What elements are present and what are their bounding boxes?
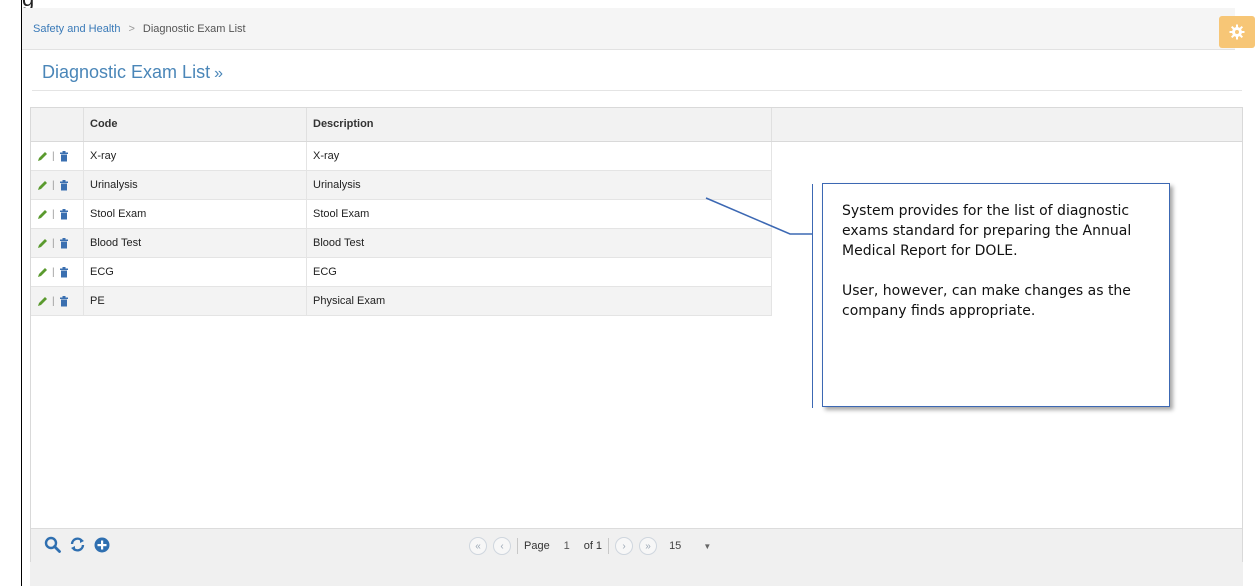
pencil-icon[interactable] — [37, 151, 48, 162]
row-actions: | — [31, 258, 84, 287]
trash-icon[interactable] — [59, 296, 69, 307]
grid-header: Code Description — [31, 108, 1242, 142]
pager: « ‹ Page of 1 › » 15 ▼ — [469, 535, 711, 557]
table-row[interactable]: | PE Physical Exam — [31, 287, 772, 316]
cell-description: X-ray — [307, 142, 772, 171]
pager-divider — [608, 538, 610, 554]
callout-bracket — [812, 184, 815, 408]
pencil-icon[interactable] — [37, 267, 48, 278]
trash-icon[interactable] — [59, 267, 69, 278]
gear-icon — [1229, 24, 1245, 40]
row-actions: | — [31, 200, 84, 229]
annotation-callout: System provides for the list of diagnost… — [822, 183, 1170, 407]
trash-icon[interactable] — [59, 151, 69, 162]
trash-icon[interactable] — [59, 180, 69, 191]
page-title-text: Diagnostic Exam List — [42, 62, 211, 82]
callout-paragraph-1: System provides for the list of diagnost… — [842, 203, 1132, 259]
page-number-input[interactable] — [555, 537, 578, 555]
grid-footer: « ‹ Page of 1 › » 15 ▼ — [31, 528, 1242, 562]
footer-tools — [44, 536, 110, 553]
cell-description: Stool Exam — [307, 200, 772, 229]
table-row[interactable]: | ECG ECG — [31, 258, 772, 287]
cell-code: Urinalysis — [84, 171, 307, 200]
breadcrumb-parent-link[interactable]: Safety and Health — [33, 23, 120, 35]
table-row[interactable]: | X-ray X-ray — [31, 142, 772, 171]
cell-code: PE — [84, 287, 307, 316]
header-actions — [31, 108, 84, 141]
breadcrumb-current: Diagnostic Exam List — [142, 22, 246, 35]
double-chevron-right-icon[interactable]: » — [639, 537, 658, 555]
action-separator: | — [52, 296, 55, 307]
search-icon[interactable] — [44, 536, 61, 553]
pencil-icon[interactable] — [37, 180, 48, 191]
cell-code: Stool Exam — [84, 200, 307, 229]
cell-code: Blood Test — [84, 229, 307, 258]
table-row[interactable]: | Urinalysis Urinalysis — [31, 171, 772, 200]
pager-divider — [517, 538, 518, 554]
row-actions: | — [31, 142, 84, 171]
page-label: Page — [524, 540, 550, 552]
pencil-icon[interactable] — [37, 209, 48, 220]
page-title-suffix: » — [214, 65, 223, 82]
page-title: Diagnostic Exam List» — [42, 62, 223, 83]
pencil-icon[interactable] — [37, 238, 48, 249]
action-separator: | — [52, 238, 55, 249]
page-count-label: of 1 — [583, 540, 603, 552]
cell-code: X-ray — [84, 142, 307, 171]
callout-paragraph-2: User, however, can make changes as the c… — [842, 283, 1131, 319]
trash-icon[interactable] — [59, 209, 69, 220]
clipped-heading: g — [22, 0, 52, 8]
cell-description: Physical Exam — [307, 287, 772, 316]
cell-description: Blood Test — [307, 229, 772, 258]
table-row[interactable]: | Stool Exam Stool Exam — [31, 200, 772, 229]
chevron-down-icon: ▼ — [703, 541, 712, 551]
cell-code: ECG — [84, 258, 307, 287]
plus-circle-icon[interactable] — [94, 537, 110, 553]
row-actions: | — [31, 287, 84, 316]
left-rule — [21, 0, 22, 586]
cell-description: Urinalysis — [307, 171, 772, 200]
footer-strip — [30, 562, 1243, 586]
breadcrumb-separator: > — [128, 22, 135, 35]
action-separator: | — [52, 209, 55, 220]
page-size-select[interactable]: 15 ▼ — [669, 540, 711, 552]
settings-button[interactable] — [1219, 16, 1255, 48]
chevron-left-icon[interactable]: ‹ — [493, 537, 511, 555]
cell-description: ECG — [307, 258, 772, 287]
chevron-right-icon[interactable]: › — [615, 537, 634, 555]
title-divider — [32, 90, 1242, 91]
double-chevron-left-icon[interactable]: « — [469, 537, 487, 555]
header-description[interactable]: Description — [307, 108, 772, 141]
action-separator: | — [52, 267, 55, 278]
pencil-icon[interactable] — [37, 296, 48, 307]
refresh-icon[interactable] — [69, 536, 86, 553]
breadcrumb: Safety and Health > Diagnostic Exam List — [22, 8, 1235, 50]
action-separator: | — [52, 180, 55, 191]
page-size-value: 15 — [669, 540, 682, 552]
row-actions: | — [31, 171, 84, 200]
action-separator: | — [52, 151, 55, 162]
row-actions: | — [31, 229, 84, 258]
trash-icon[interactable] — [59, 238, 69, 249]
header-code[interactable]: Code — [84, 108, 307, 141]
table-row[interactable]: | Blood Test Blood Test — [31, 229, 772, 258]
